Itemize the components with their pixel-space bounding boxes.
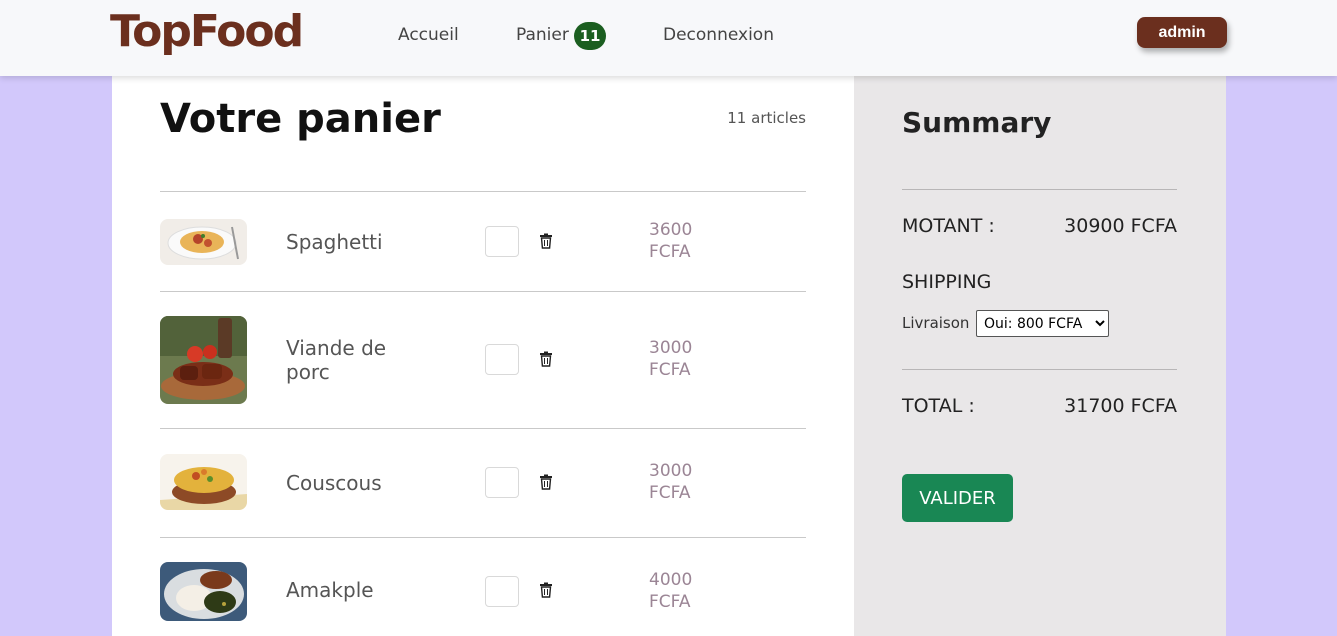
submit-order-button[interactable]: VALIDER	[902, 474, 1013, 522]
divider	[160, 191, 806, 192]
item-price: 3600 FCFA	[649, 219, 692, 263]
spaghetti-image	[160, 219, 247, 265]
cart-count-badge[interactable]: 11	[574, 22, 606, 50]
amount-label: MOTANT :	[902, 215, 995, 237]
item-price: 3000 FCFA	[649, 460, 692, 504]
trash-icon[interactable]	[539, 582, 553, 598]
couscous-image	[160, 454, 247, 510]
delivery-label: Livraison	[902, 314, 970, 332]
quantity-input[interactable]	[485, 226, 519, 257]
quantity-input[interactable]	[485, 576, 519, 607]
item-name: Spaghetti	[286, 230, 383, 254]
item-name: Amakple	[286, 578, 374, 602]
divider	[902, 369, 1177, 370]
item-name: Viande de porc	[286, 336, 387, 384]
quantity-input[interactable]	[485, 467, 519, 498]
nav-cart-link[interactable]: Panier	[516, 25, 569, 45]
delivery-select[interactable]: Oui: 800 FCFA	[976, 310, 1109, 337]
brand-logo[interactable]: TopFood	[110, 6, 304, 57]
nav-logout-link[interactable]: Deconnexion	[663, 25, 774, 45]
nav-home-link[interactable]: Accueil	[398, 25, 459, 45]
divider	[160, 537, 806, 538]
quantity-input[interactable]	[485, 344, 519, 375]
price-currency: FCFA	[649, 242, 691, 262]
summary-title: Summary	[902, 106, 1052, 139]
price-currency: FCFA	[649, 483, 691, 503]
cart-panel: Votre panier 11 articles Spaghetti 3600 …	[112, 76, 854, 636]
price-amount: 4000	[649, 570, 693, 590]
shipping-label: SHIPPING	[902, 271, 992, 293]
trash-icon[interactable]	[539, 351, 553, 367]
price-amount: 3000	[649, 338, 693, 358]
price-amount: 3000	[649, 461, 693, 481]
price-amount: 3600	[649, 220, 693, 240]
amount-value: 30900 FCFA	[1064, 215, 1177, 237]
trash-icon[interactable]	[539, 233, 553, 249]
user-menu-button[interactable]: admin	[1137, 17, 1227, 48]
total-label: TOTAL :	[902, 395, 975, 417]
item-price: 4000 FCFA	[649, 569, 692, 613]
trash-icon[interactable]	[539, 474, 553, 490]
page-title: Votre panier	[160, 96, 441, 142]
item-price: 3000 FCFA	[649, 337, 692, 381]
price-currency: FCFA	[649, 360, 691, 380]
divider	[160, 291, 806, 292]
divider	[160, 428, 806, 429]
pork-meat-image	[160, 316, 247, 404]
cart-item-count: 11 articles	[727, 109, 806, 127]
amakple-image	[160, 562, 247, 621]
price-currency: FCFA	[649, 592, 691, 612]
divider	[902, 189, 1177, 190]
navbar: TopFood Accueil Panier 11 Deconnexion ad…	[0, 0, 1337, 76]
item-name: Couscous	[286, 471, 382, 495]
summary-panel: Summary MOTANT : 30900 FCFA SHIPPING Liv…	[854, 76, 1226, 636]
total-value: 31700 FCFA	[1064, 395, 1177, 417]
